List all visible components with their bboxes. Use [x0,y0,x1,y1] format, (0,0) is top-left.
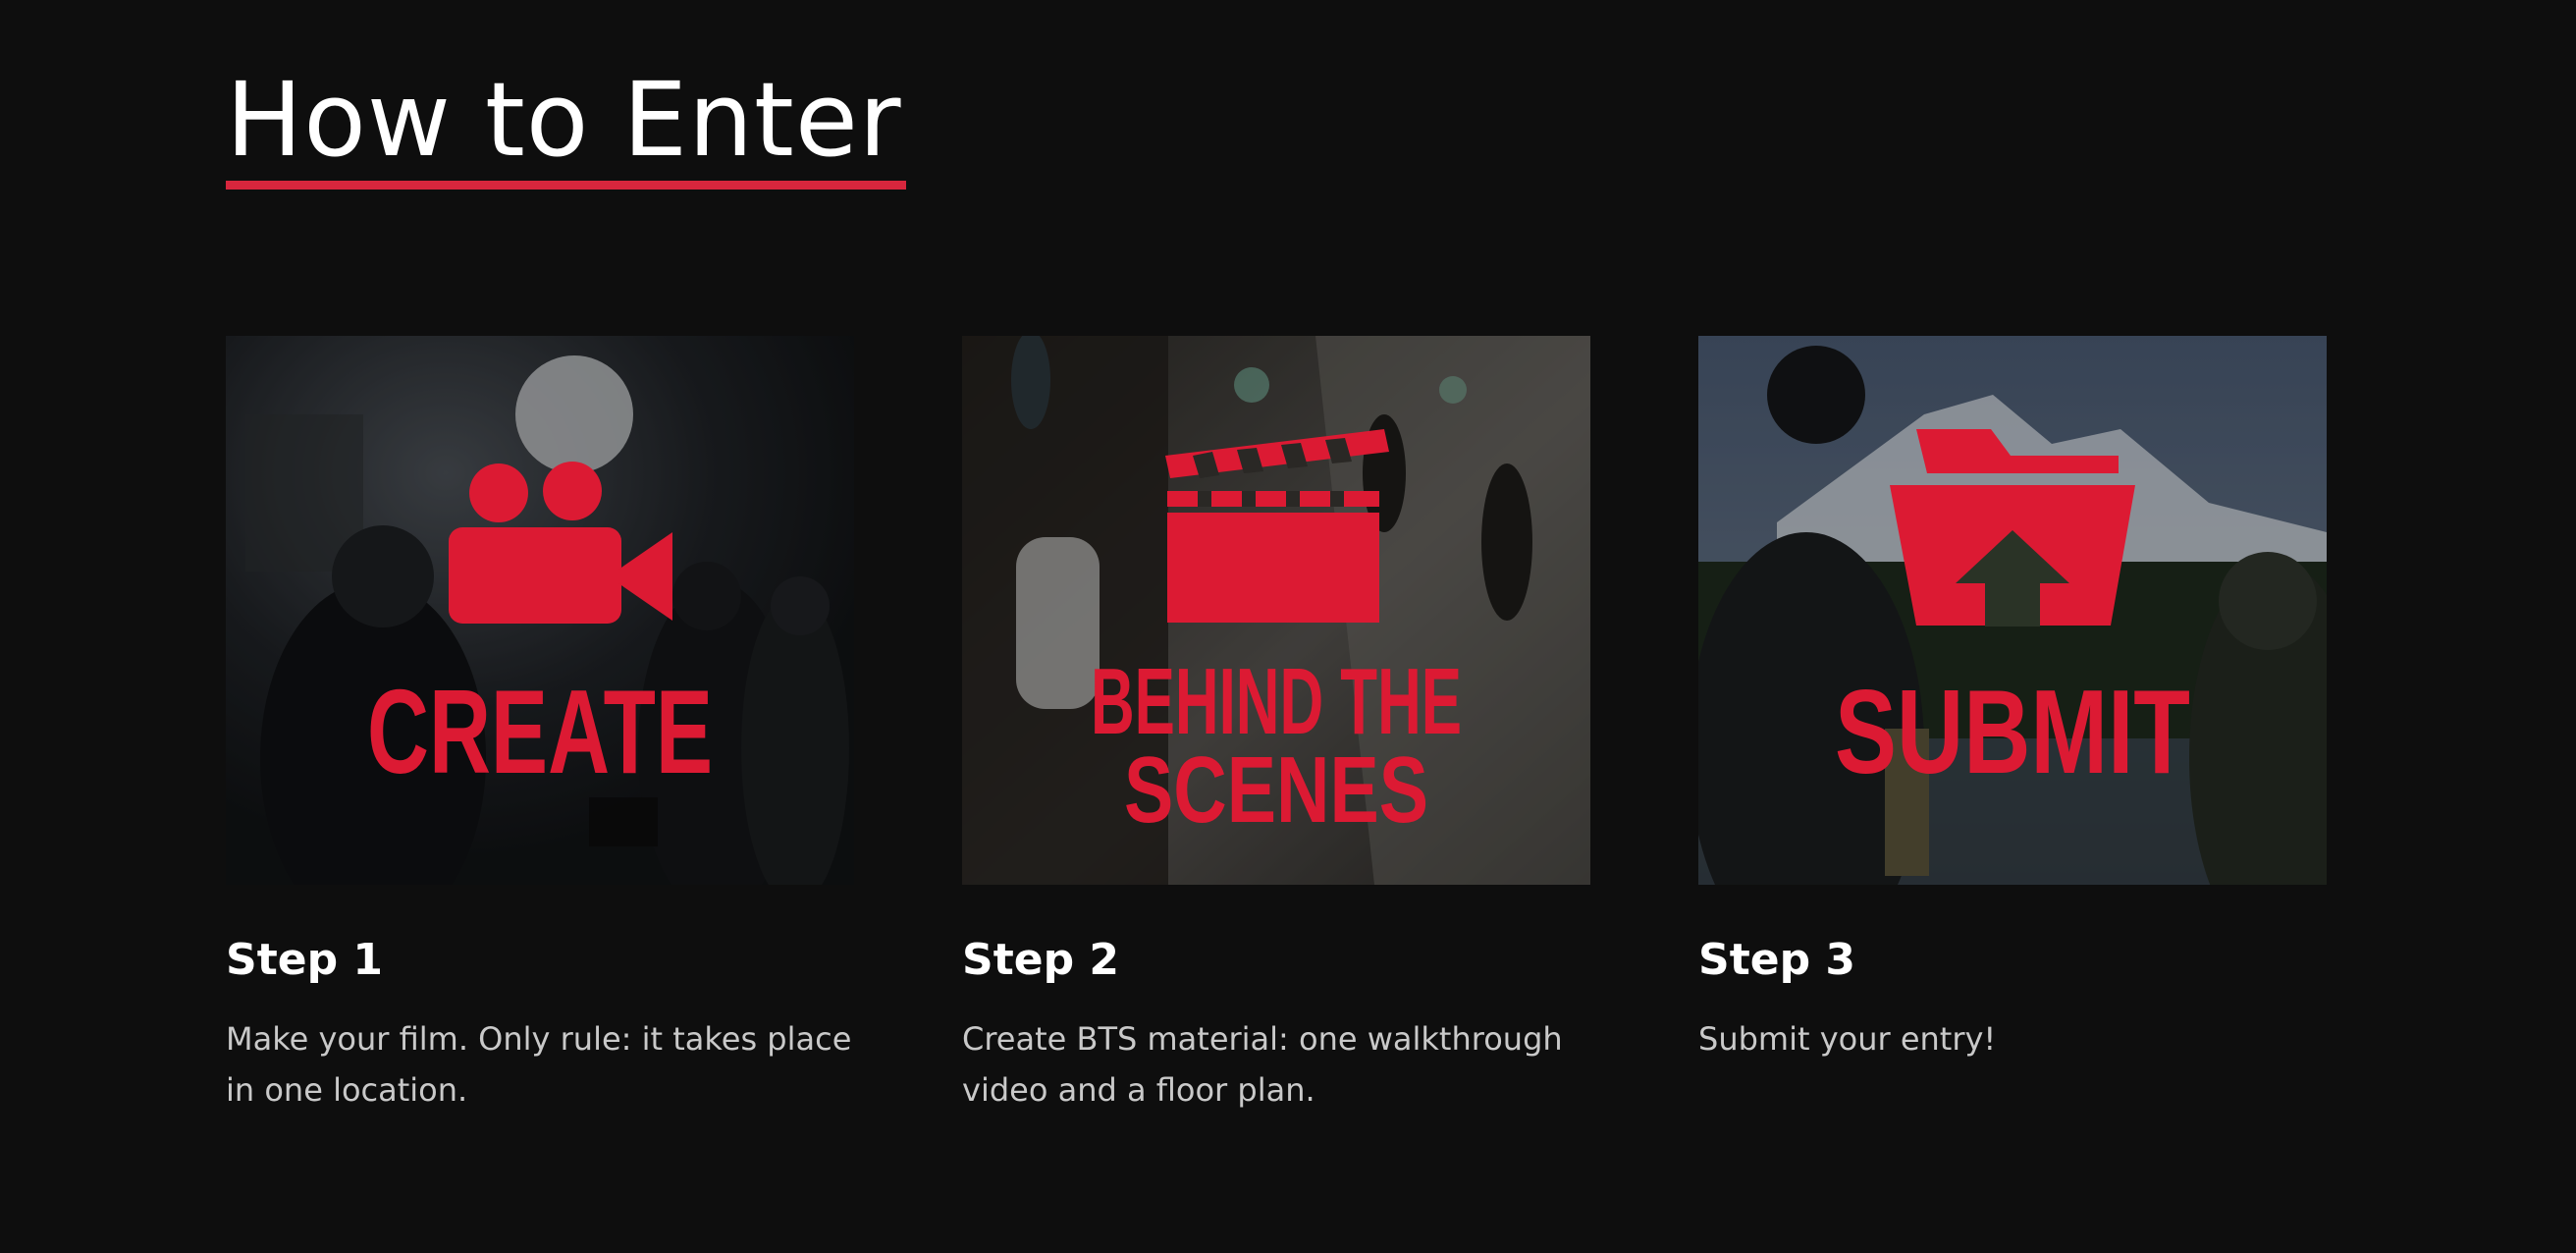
step-2-description: Create BTS material: one walkthrough vid… [962,1020,1563,1109]
step-3-image[interactable]: SUBMIT [1698,336,2327,885]
step-1-image[interactable]: CREATE [226,336,854,885]
step-card-2[interactable]: BEHIND THE SCENES Step 2 Create BTS mate… [962,336,1590,1109]
step-3-description: Submit your entry! [1698,1020,1997,1058]
step-2-image-label-line2: SCENES [1124,737,1428,843]
step-1-image-label: CREATE [367,665,713,798]
step-2-photo: BEHIND THE SCENES [962,336,1590,885]
step-2-image[interactable]: BEHIND THE SCENES [962,336,1590,885]
step-card-3[interactable]: SUBMIT Step 3 Submit your entry! [1698,336,2327,1058]
page-title: How to Enter [226,60,902,180]
step-3-photo: SUBMIT [1698,336,2327,885]
step-2-title: Step 2 [962,935,1119,985]
step-1-description: Make your film. Only rule: it takes plac… [226,1020,852,1109]
step-1-title: Step 1 [226,935,383,985]
step-3-image-label: SUBMIT [1835,665,2190,798]
step-card-1[interactable]: CREATE Step 1 Make your film. Only rule:… [226,336,854,1109]
title-underline [226,181,906,190]
step-1-photo: CREATE [226,336,854,885]
step-3-title: Step 3 [1698,935,1855,985]
